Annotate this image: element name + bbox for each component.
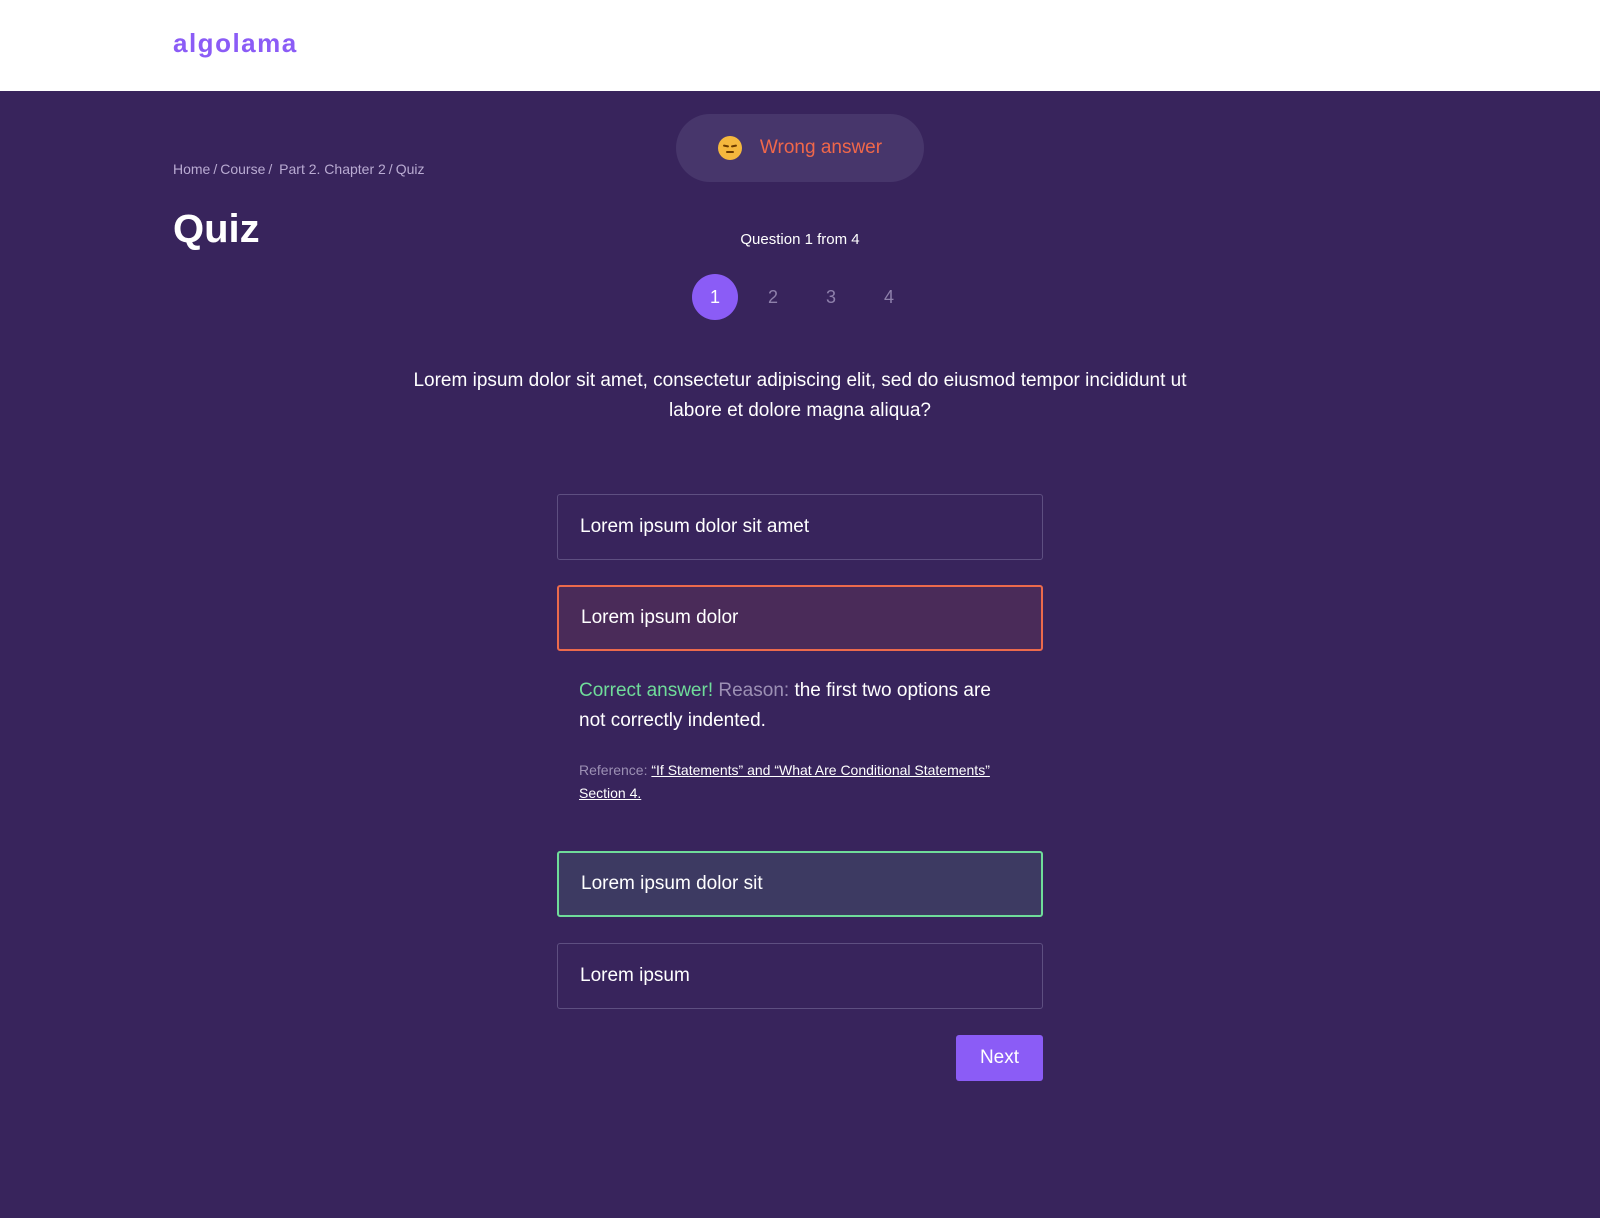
breadcrumb: Home / Course / Part 2. Chapter 2/Quiz <box>173 161 424 177</box>
question-page-1[interactable]: 1 <box>692 274 738 320</box>
question-text: Lorem ipsum dolor sit amet, consectetur … <box>413 370 1187 421</box>
answer-option-label: Lorem ipsum dolor <box>581 607 739 628</box>
breadcrumb-chapter[interactable]: Part 2. Chapter 2 <box>279 161 386 177</box>
answer-feedback: Correct answer! Reason: the first two op… <box>579 676 999 736</box>
logo[interactable]: algolama <box>173 28 298 59</box>
question-counter: Question 1 from 4 <box>740 231 860 248</box>
wrong-answer-toast: Wrong answer <box>676 114 924 182</box>
answer-option-1[interactable]: Lorem ipsum dolor sit amet <box>557 494 1043 560</box>
question-page-3[interactable]: 3 <box>808 274 854 320</box>
answer-option-label: Lorem ipsum dolor sit amet <box>580 516 810 537</box>
answer-option-4[interactable]: Lorem ipsum <box>557 943 1043 1009</box>
toast-message: Wrong answer <box>759 137 883 158</box>
breadcrumb-home[interactable]: Home <box>173 161 210 177</box>
answer-option-label: Lorem ipsum <box>580 965 690 986</box>
breadcrumb-separator: / <box>213 161 218 177</box>
correct-answer-label: Correct answer! <box>579 680 714 701</box>
question-page-4[interactable]: 4 <box>866 274 912 320</box>
reason-label: Reason: <box>718 680 790 701</box>
reference: Reference: “If Statements” and “What Are… <box>579 759 999 805</box>
answer-option-label: Lorem ipsum dolor sit <box>581 873 763 894</box>
answer-option-2-wrong[interactable]: Lorem ipsum dolor <box>557 585 1043 651</box>
pensive-face-icon <box>717 136 742 160</box>
quiz-page: Home / Course / Part 2. Chapter 2/Quiz Quiz… <box>0 91 1600 1218</box>
next-button[interactable]: Next <box>956 1035 1043 1081</box>
question-page-2[interactable]: 2 <box>750 274 796 320</box>
breadcrumb-course[interactable]: Course <box>220 161 265 177</box>
answer-option-3-correct[interactable]: Lorem ipsum dolor sit <box>557 851 1043 917</box>
question-pagination: 1 2 3 4 <box>692 274 912 320</box>
breadcrumb-quiz: Quiz <box>395 161 425 177</box>
reference-label: Reference: <box>579 762 648 778</box>
breadcrumb-separator: / <box>268 161 273 177</box>
top-header: algolama <box>0 0 1600 91</box>
breadcrumb-separator: / <box>388 161 393 177</box>
